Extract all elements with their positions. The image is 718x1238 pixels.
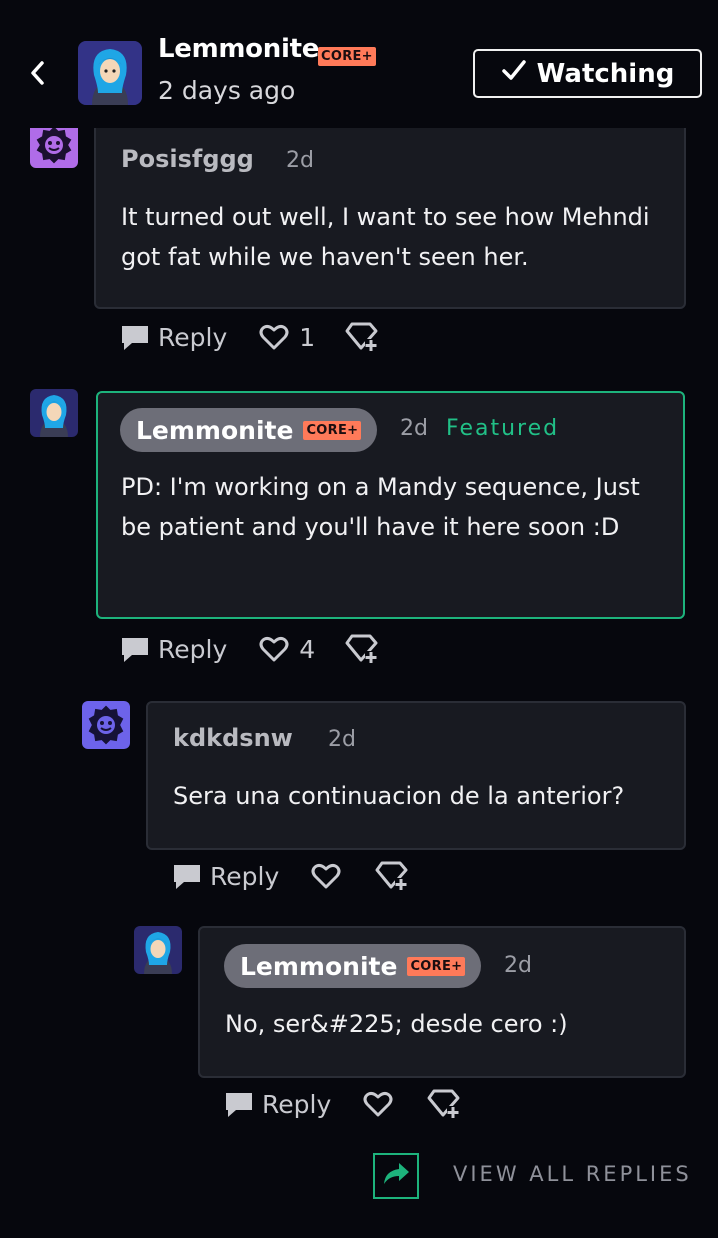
- reply-icon: [224, 1089, 254, 1119]
- like-count: 4: [299, 634, 316, 664]
- reply-icon: [172, 861, 202, 891]
- reply-button[interactable]: Reply: [120, 322, 227, 352]
- reply-label: Reply: [262, 1089, 332, 1119]
- heart-icon: [363, 1090, 393, 1118]
- comment-card: Lemmonite CORE+ 2d No, ser&#225; desde c…: [198, 926, 686, 1078]
- commenter-avatar[interactable]: [82, 701, 130, 749]
- commenter-avatar[interactable]: [134, 926, 182, 974]
- view-replies-button[interactable]: [373, 1153, 419, 1199]
- comment-author: Lemmonite: [136, 415, 294, 445]
- share-arrow-icon: [381, 1161, 411, 1191]
- award-icon: [375, 860, 409, 892]
- reply-button[interactable]: Reply: [120, 634, 227, 664]
- award-icon: [345, 321, 379, 353]
- core-plus-badge: CORE+: [303, 420, 362, 440]
- watching-button[interactable]: Watching: [473, 49, 702, 98]
- reply-label: Reply: [158, 322, 228, 352]
- heart-icon: [259, 635, 289, 663]
- like-button[interactable]: [311, 862, 341, 890]
- comment-time: 2d: [400, 416, 428, 441]
- reply-icon: [120, 634, 150, 664]
- comment-actions: Reply 1: [120, 317, 379, 357]
- core-plus-badge: CORE+: [318, 45, 376, 66]
- core-plus-badge: CORE+: [407, 956, 466, 976]
- comment-body: No, ser&#225; desde cero :): [225, 1010, 568, 1038]
- comment-body: It turned out well, I want to see how Me…: [121, 203, 650, 271]
- award-icon: [345, 633, 379, 665]
- comment-body: Sera una continuacion de la anterior?: [173, 782, 625, 810]
- award-button[interactable]: [375, 860, 409, 892]
- comment-card: Posisfggg 2d It turned out well, I want …: [94, 110, 686, 309]
- comment-body: PD: I'm working on a Mandy sequence, Jus…: [121, 473, 640, 541]
- comment-author[interactable]: Posisfggg: [121, 145, 254, 173]
- commenter-avatar[interactable]: [30, 122, 78, 168]
- like-button[interactable]: 4: [259, 635, 315, 664]
- award-button[interactable]: [345, 633, 379, 665]
- comment-time: 2d: [504, 953, 532, 978]
- view-all-replies-link[interactable]: VIEW ALL REPLIES: [453, 1162, 692, 1186]
- award-icon: [427, 1088, 461, 1120]
- like-button[interactable]: [363, 1090, 393, 1118]
- comment-actions: Reply 4: [120, 629, 379, 669]
- featured-comment-card: Lemmonite CORE+ 2d Featured PD: I'm work…: [96, 391, 685, 619]
- heart-icon: [311, 862, 341, 890]
- award-button[interactable]: [427, 1088, 461, 1120]
- author-name[interactable]: Lemmonite: [158, 34, 319, 64]
- reply-label: Reply: [158, 634, 228, 664]
- commenter-avatar[interactable]: [30, 389, 78, 437]
- author-pill[interactable]: Lemmonite CORE+: [224, 944, 482, 988]
- like-button[interactable]: 1: [259, 323, 315, 352]
- comment-author[interactable]: kdkdsnw: [173, 724, 293, 752]
- post-time: 2 days ago: [158, 76, 296, 105]
- watching-label: Watching: [536, 58, 675, 89]
- reply-button[interactable]: Reply: [224, 1089, 331, 1119]
- reply-icon: [120, 322, 150, 352]
- back-chevron-icon[interactable]: [26, 58, 50, 88]
- author-avatar[interactable]: [78, 41, 142, 105]
- comment-actions: Reply: [224, 1084, 461, 1124]
- heart-icon: [259, 323, 289, 351]
- like-count: 1: [299, 322, 316, 352]
- award-button[interactable]: [345, 321, 379, 353]
- comment-actions: Reply: [172, 856, 409, 896]
- check-icon: [501, 58, 527, 89]
- featured-label: Featured: [446, 416, 560, 441]
- comment-card: kdkdsnw 2d Sera una continuacion de la a…: [146, 701, 686, 850]
- comment-author: Lemmonite: [240, 951, 398, 981]
- comment-time: 2d: [286, 148, 314, 173]
- header: Lemmonite CORE+ 2 days ago Watching: [0, 0, 718, 128]
- reply-button[interactable]: Reply: [172, 861, 279, 891]
- author-pill[interactable]: Lemmonite CORE+: [120, 408, 378, 452]
- comment-time: 2d: [328, 727, 356, 752]
- reply-label: Reply: [210, 861, 280, 891]
